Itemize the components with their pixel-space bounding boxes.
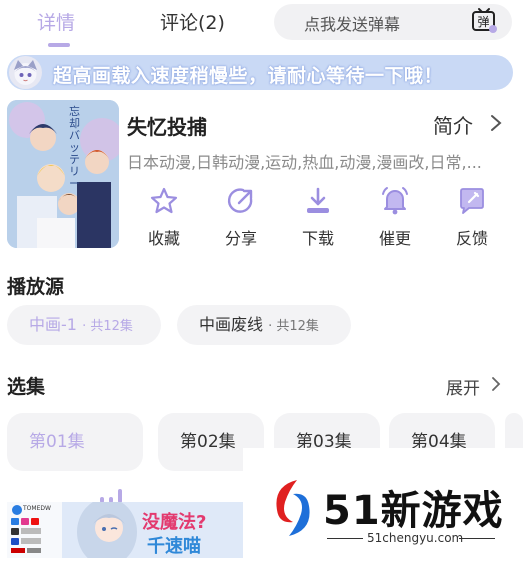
feedback-icon (460, 188, 484, 214)
urge-update-label: 催更 (378, 229, 411, 248)
mascot-avatar (9, 56, 42, 89)
watermark-rule (459, 538, 495, 539)
chevron-right-icon[interactable] (490, 376, 502, 392)
tab-comment[interactable]: 评论(2) (160, 8, 225, 35)
expand-episodes-link[interactable]: 展开 (446, 374, 480, 399)
ad-headline: 没魔法? (142, 512, 207, 533)
source-chip[interactable]: 中画废线 · 共12集 (177, 305, 351, 345)
danmu-placeholder: 点我发送弹幕 (304, 15, 401, 34)
now-playing-icon (100, 445, 127, 503)
chevron-right-icon[interactable] (489, 114, 503, 132)
source-name: 中画废线 (199, 315, 264, 334)
anime-title: 失忆投捕 (127, 115, 207, 139)
tab-detail[interactable]: 详情 (37, 8, 75, 35)
watermark-name: 51新游戏 (323, 488, 504, 534)
download-icon (307, 187, 329, 213)
ad-brand-text: TOMEDW (23, 505, 51, 512)
share-icon (227, 188, 253, 213)
ad-banner[interactable]: TOMEDW 没魔法? 千速喵 (7, 502, 257, 558)
source-name: 中画-1 (29, 315, 77, 334)
loading-notice-banner: 超高画载入速度稍慢些，请耐心等待一下哦！ (7, 55, 513, 90)
cover-title-text: 忘却バッテリー (69, 105, 80, 190)
star-icon (150, 187, 178, 214)
top-tab-bar: 详情 评论(2) 点我发送弹幕 弹 (0, 0, 523, 50)
episode-item[interactable]: 第01集 (7, 413, 143, 503)
episode-label: 第01集 (29, 432, 85, 452)
urge-update-button[interactable]: 催更 (365, 185, 425, 255)
share-button[interactable]: 分享 (211, 185, 271, 255)
collect-button[interactable]: 收藏 (134, 185, 194, 255)
danmu-icon-label: 弹 (477, 15, 489, 29)
share-label: 分享 (224, 229, 257, 248)
source-count: · 共12集 (82, 319, 133, 334)
source-chip[interactable]: 中画-1 · 共12集 (7, 305, 161, 345)
ad-character-art (77, 502, 137, 558)
anime-cover[interactable]: 忘却バッテリー (7, 100, 119, 248)
bell-icon (382, 187, 408, 215)
intro-link[interactable]: 简介 (433, 110, 473, 139)
anime-tags: 日本动漫,日韩动漫,运动,热血,动漫,漫画改,日常,... (127, 153, 482, 172)
watermark-logo-icon (276, 480, 310, 536)
feedback-label: 反馈 (455, 229, 488, 248)
ad-brand-logos: TOMEDW (7, 502, 62, 558)
danmu-send-icon[interactable]: 弹 (470, 7, 498, 35)
episode-label: 第02集 (180, 432, 236, 452)
notice-text: 超高画载入速度稍慢些，请耐心等待一下哦！ (53, 65, 444, 87)
source-count: · 共12集 (268, 319, 319, 334)
collect-label: 收藏 (147, 229, 180, 248)
download-label: 下载 (301, 229, 334, 248)
danmu-input[interactable]: 点我发送弹幕 弹 (274, 4, 512, 40)
site-watermark: 51新游戏 51chengyu.com (243, 448, 523, 569)
feedback-button[interactable]: 反馈 (442, 185, 502, 255)
ad-subline: 千速喵 (147, 536, 201, 557)
watermark-url: 51chengyu.com (367, 531, 464, 545)
download-button[interactable]: 下载 (288, 185, 348, 255)
episode-section-title: 选集 (7, 376, 46, 398)
source-section-title: 播放源 (7, 276, 65, 298)
watermark-rule (327, 538, 363, 539)
tab-active-indicator (48, 43, 70, 47)
